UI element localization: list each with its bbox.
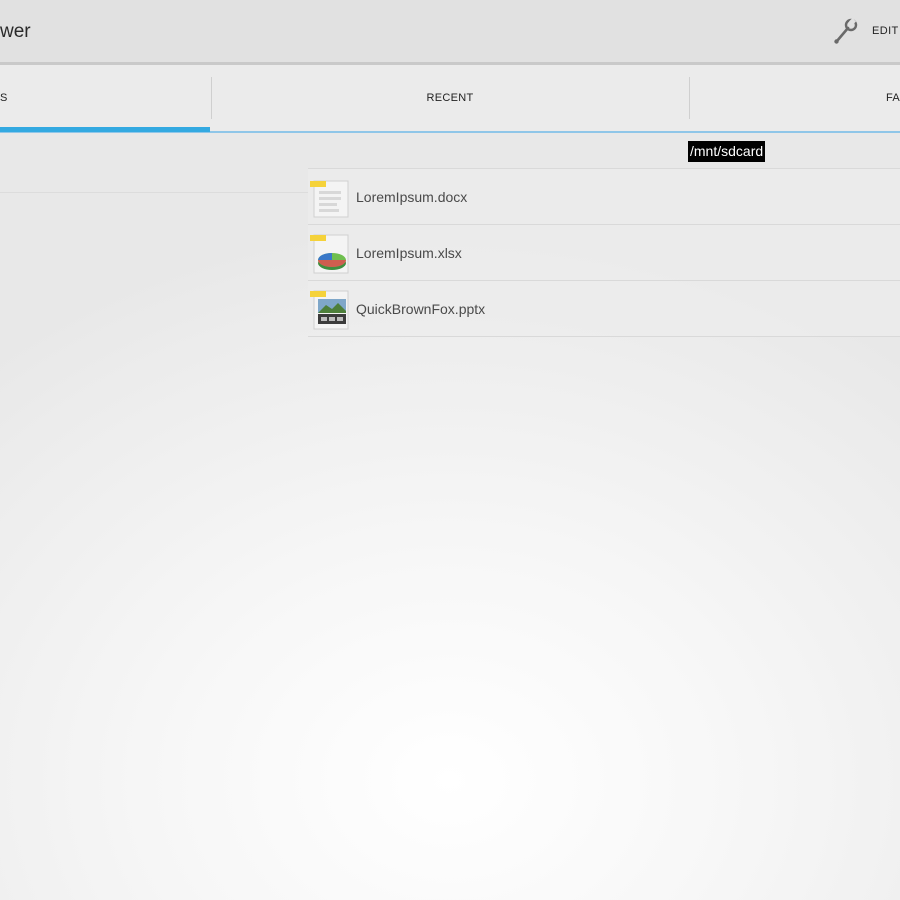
left-pane-divider	[0, 192, 308, 193]
wrench-icon	[834, 17, 858, 44]
edit-label: EDIT	[872, 25, 899, 37]
file-name: QuickBrownFox.pptx	[356, 300, 486, 317]
app-title: wer	[0, 21, 31, 42]
tab-files[interactable]: S	[0, 65, 210, 132]
list-item[interactable]: LoremIpsum.docx	[308, 168, 900, 224]
file-name: LoremIpsum.xlsx	[356, 244, 462, 261]
tab-favorites[interactable]: FA	[690, 65, 900, 131]
edit-button[interactable]: EDIT	[830, 14, 900, 48]
tab-recent[interactable]: RECENT	[212, 65, 688, 131]
docx-file-icon	[310, 180, 349, 217]
xlsx-file-icon	[310, 234, 349, 273]
file-list: LoremIpsum.docx LoremIpsum.xlsx QuickBro…	[308, 168, 900, 337]
tab-label: S	[0, 92, 8, 104]
list-item[interactable]: QuickBrownFox.pptx	[308, 280, 900, 337]
pptx-file-icon	[310, 290, 349, 329]
tab-active-indicator	[0, 127, 210, 132]
list-item[interactable]: LoremIpsum.xlsx	[308, 224, 900, 280]
tab-label: RECENT	[426, 92, 474, 104]
current-path: /mnt/sdcard	[688, 141, 766, 162]
action-bar: wer EDIT	[0, 0, 900, 65]
tab-label: FA	[886, 92, 900, 104]
file-name: LoremIpsum.docx	[356, 188, 468, 205]
tab-strip: S RECENT FA	[0, 65, 900, 133]
